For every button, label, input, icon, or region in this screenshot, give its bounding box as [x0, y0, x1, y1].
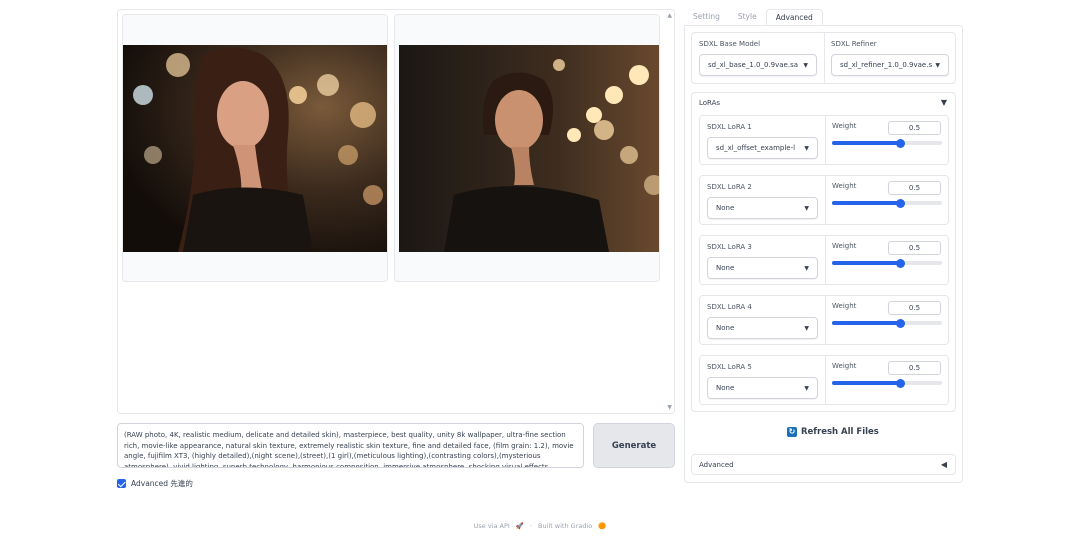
lora-row-5: SDXL LoRA 5 None ▼ Weight 0.5 — [699, 355, 949, 405]
chevron-down-icon: ▼ — [804, 325, 809, 332]
advanced-checkbox[interactable]: Advanced 先進的 — [117, 478, 193, 489]
lora-label: SDXL LoRA 2 — [707, 183, 752, 191]
gallery-scrollbar[interactable]: ▲ ▼ — [664, 10, 674, 413]
lora-label: SDXL LoRA 1 — [707, 123, 752, 131]
settings-tabs: Setting Style Advanced — [684, 9, 823, 26]
base-model-value: sd_xl_base_1.0_0.9vae.sa — [708, 61, 799, 69]
lora-row-3: SDXL LoRA 3 None ▼ Weight 0.5 — [699, 235, 949, 285]
generate-button[interactable]: Generate — [593, 423, 675, 468]
divider — [825, 116, 826, 164]
expand-triangle-icon: ◀ — [940, 460, 947, 469]
weight-label: Weight — [832, 302, 857, 310]
loras-accordion: LoRAs ▼ SDXL LoRA 1 sd_xl_offset_example… — [691, 92, 956, 412]
weight-input[interactable]: 0.5 — [888, 121, 941, 135]
lora-value: None — [716, 384, 735, 392]
lora-3-dropdown[interactable]: None ▼ — [707, 257, 818, 279]
base-model-label: SDXL Base Model — [699, 40, 761, 48]
refiner-value: sd_xl_refiner_1.0_0.9vae.s — [840, 61, 933, 69]
refresh-label: Refresh All Files — [801, 427, 879, 437]
lora-row-4: SDXL LoRA 4 None ▼ Weight 0.5 — [699, 295, 949, 345]
weight-slider[interactable] — [832, 258, 942, 268]
refiner-label: SDXL Refiner — [831, 40, 877, 48]
chevron-down-icon: ▼ — [804, 265, 809, 272]
weight-label: Weight — [832, 122, 857, 130]
weight-label: Weight — [832, 242, 857, 250]
base-model-dropdown[interactable]: sd_xl_base_1.0_0.9vae.sa ▼ — [699, 54, 817, 76]
gradio-logo-icon: 🟠 — [598, 522, 607, 530]
collapse-triangle-icon[interactable]: ▼ — [941, 98, 947, 107]
weight-label: Weight — [832, 362, 857, 370]
rocket-icon: 🚀 — [515, 522, 524, 530]
weight-slider[interactable] — [832, 378, 942, 388]
tab-style[interactable]: Style — [729, 9, 766, 26]
tab-setting[interactable]: Setting — [684, 9, 729, 26]
lora-1-dropdown[interactable]: sd_xl_offset_example-l ▼ — [707, 137, 818, 159]
lora-value: None — [716, 204, 735, 212]
lora-label: SDXL LoRA 5 — [707, 363, 752, 371]
divider — [825, 236, 826, 284]
lora-value: sd_xl_offset_example-l — [716, 144, 796, 152]
prompt-input[interactable]: (RAW photo, 4K, realistic medium, delica… — [117, 423, 584, 468]
lora-row-2: SDXL LoRA 2 None ▼ Weight 0.5 — [699, 175, 949, 225]
lora-5-dropdown[interactable]: None ▼ — [707, 377, 818, 399]
checkbox-checked-icon[interactable] — [117, 479, 126, 488]
lora-value: None — [716, 264, 735, 272]
footer: Use via API 🚀 · Built with Gradio 🟠 — [0, 522, 1080, 530]
lora-label: SDXL LoRA 4 — [707, 303, 752, 311]
gallery-image-1[interactable] — [123, 45, 387, 252]
refresh-icon: ↻ — [787, 427, 797, 437]
advanced-accordion-label: Advanced — [699, 461, 734, 469]
built-with-gradio-link[interactable]: Built with Gradio — [538, 522, 592, 530]
gallery-thumbnail-2[interactable] — [394, 14, 660, 282]
slider-knob[interactable] — [895, 258, 905, 268]
divider — [825, 296, 826, 344]
weight-slider[interactable] — [832, 138, 942, 148]
weight-input[interactable]: 0.5 — [888, 241, 941, 255]
chevron-down-icon: ▼ — [804, 205, 809, 212]
weight-input[interactable]: 0.5 — [888, 361, 941, 375]
chevron-down-icon: ▼ — [935, 62, 940, 69]
lora-label: SDXL LoRA 3 — [707, 243, 752, 251]
lora-value: None — [716, 324, 735, 332]
weight-input[interactable]: 0.5 — [888, 181, 941, 195]
slider-knob[interactable] — [895, 318, 905, 328]
model-selectors: SDXL Base Model sd_xl_base_1.0_0.9vae.sa… — [691, 32, 956, 84]
weight-label: Weight — [832, 182, 857, 190]
divider — [825, 356, 826, 404]
image-gallery: ▲ ▼ — [117, 9, 675, 414]
loras-title: LoRAs — [699, 99, 721, 107]
gallery-thumbnail-1[interactable] — [122, 14, 388, 282]
chevron-down-icon: ▼ — [804, 385, 809, 392]
lora-4-dropdown[interactable]: None ▼ — [707, 317, 818, 339]
chevron-down-icon: ▼ — [803, 62, 808, 69]
lora-row-1: SDXL LoRA 1 sd_xl_offset_example-l ▼ Wei… — [699, 115, 949, 165]
advanced-accordion[interactable]: Advanced ◀ — [691, 454, 956, 475]
lora-2-dropdown[interactable]: None ▼ — [707, 197, 818, 219]
slider-knob[interactable] — [895, 198, 905, 208]
divider — [825, 176, 826, 224]
scroll-up-icon[interactable]: ▲ — [667, 12, 672, 19]
weight-slider[interactable] — [832, 318, 942, 328]
chevron-down-icon: ▼ — [804, 145, 809, 152]
use-via-api-link[interactable]: Use via API — [474, 522, 510, 530]
scroll-down-icon[interactable]: ▼ — [667, 404, 672, 411]
refiner-dropdown[interactable]: sd_xl_refiner_1.0_0.9vae.s ▼ — [831, 54, 949, 76]
slider-knob[interactable] — [895, 138, 905, 148]
advanced-checkbox-label: Advanced 先進的 — [131, 479, 193, 488]
tab-advanced[interactable]: Advanced — [765, 9, 823, 26]
weight-slider[interactable] — [832, 198, 942, 208]
footer-separator: · — [529, 522, 532, 530]
divider — [824, 33, 825, 83]
slider-knob[interactable] — [895, 378, 905, 388]
gallery-image-2[interactable] — [399, 45, 659, 252]
weight-input[interactable]: 0.5 — [888, 301, 941, 315]
refresh-all-files-button[interactable]: ↻ Refresh All Files — [787, 427, 879, 437]
